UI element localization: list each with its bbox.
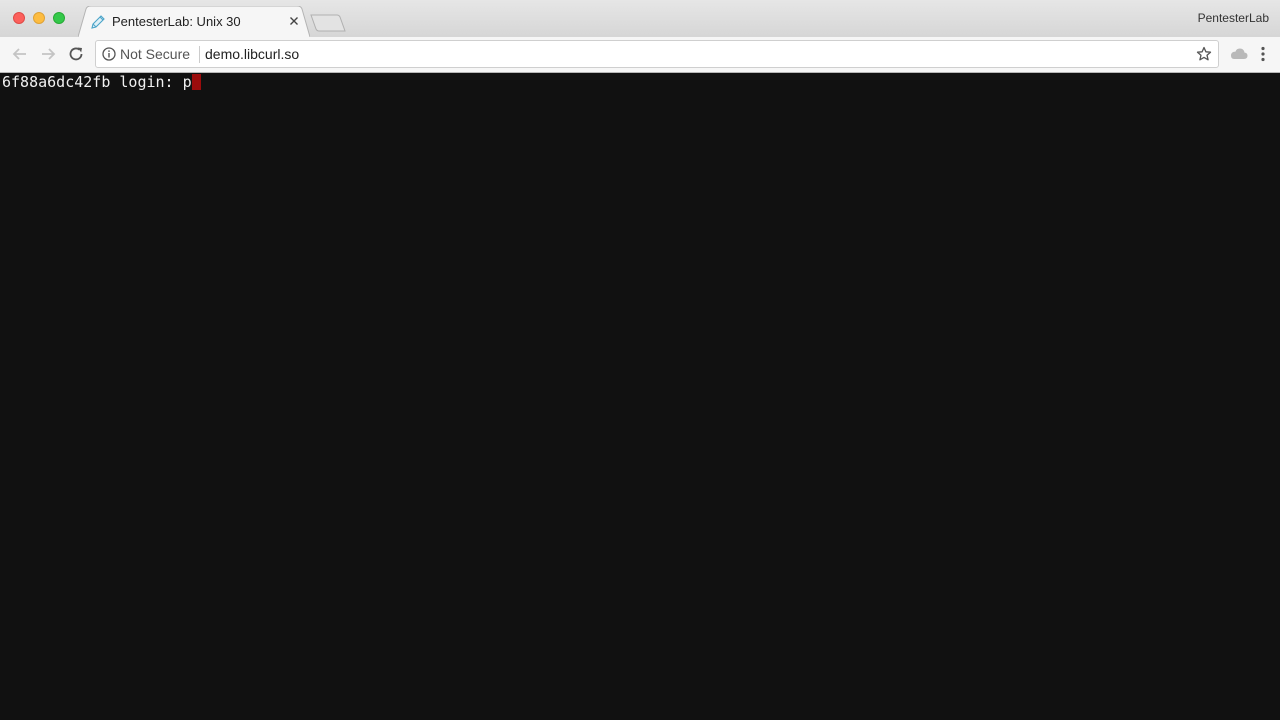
security-label[interactable]: Not Secure: [120, 46, 190, 62]
tab-close-icon[interactable]: [288, 15, 300, 27]
reload-icon[interactable]: [67, 45, 85, 63]
terminal-viewport[interactable]: 6f88a6dc42fb login: p: [0, 73, 1280, 720]
window-minimize-button[interactable]: [33, 12, 45, 24]
tab-strip: PentesterLab: Unix 30 PentesterLab: [0, 0, 1280, 38]
window-close-button[interactable]: [13, 12, 25, 24]
back-arrow-icon[interactable]: [11, 45, 29, 63]
new-tab-button[interactable]: [310, 14, 346, 32]
tab-title: PentesterLab: Unix 30: [112, 14, 241, 29]
pencil-icon: [91, 15, 105, 29]
login-prompt: 6f88a6dc42fb login:: [2, 73, 183, 91]
bookmark-star-icon[interactable]: [1196, 46, 1212, 62]
cloud-icon[interactable]: [1229, 45, 1249, 63]
terminal-cursor: [191, 74, 201, 90]
forward-arrow-icon[interactable]: [39, 45, 57, 63]
url-text[interactable]: demo.libcurl.so: [205, 46, 299, 62]
window-maximize-button[interactable]: [53, 12, 65, 24]
info-icon[interactable]: [102, 47, 116, 61]
address-bar[interactable]: Not Secure demo.libcurl.so: [95, 40, 1219, 68]
browser-window: PentesterLab: Unix 30 PentesterLab Not S…: [0, 0, 1280, 720]
profile-name[interactable]: PentesterLab: [1198, 11, 1269, 25]
terminal-login-line: 6f88a6dc42fb login: p: [2, 73, 201, 91]
kebab-menu-icon[interactable]: [1256, 45, 1270, 63]
tab-active[interactable]: PentesterLab: Unix 30: [78, 6, 310, 38]
omnibox-divider: [199, 46, 200, 63]
terminal-input[interactable]: p: [183, 73, 192, 91]
toolbar: Not Secure demo.libcurl.so: [0, 37, 1280, 73]
